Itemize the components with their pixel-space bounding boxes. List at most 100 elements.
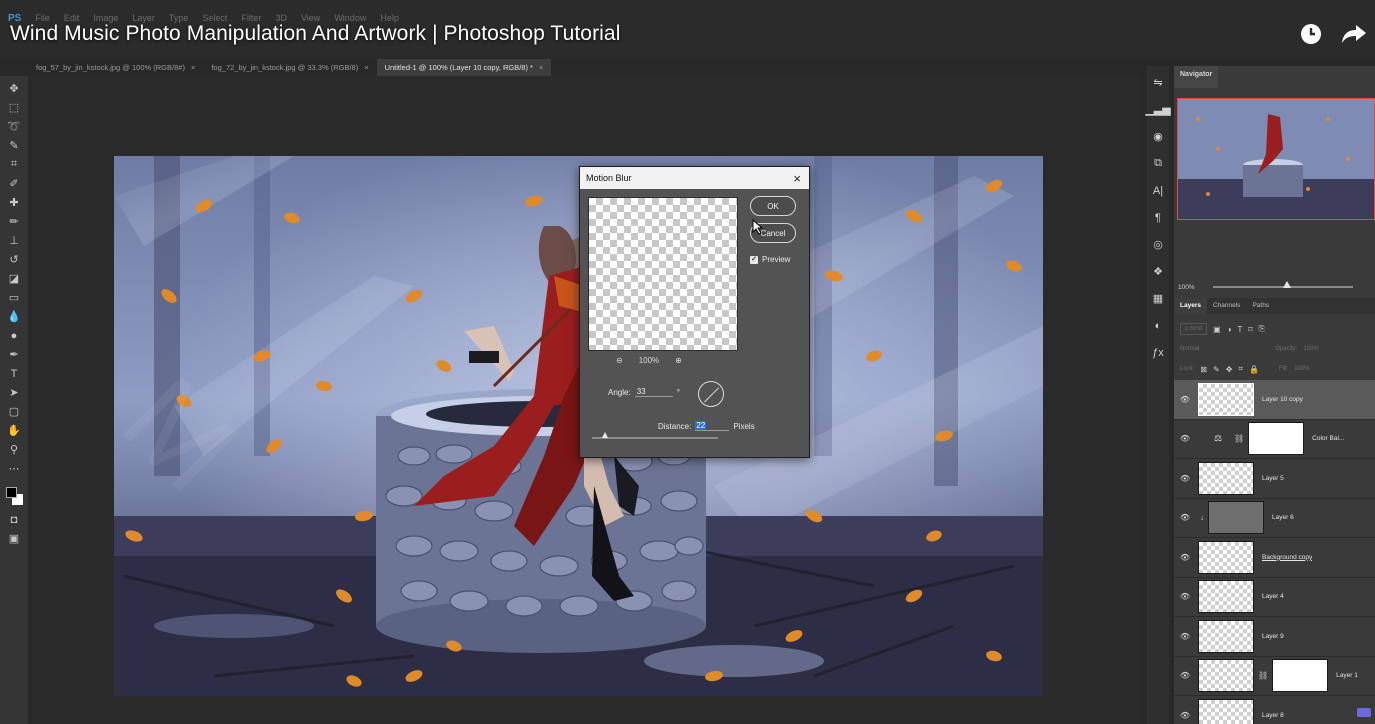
tab-navigator[interactable]: Navigator <box>1174 66 1219 88</box>
tab-layers[interactable]: Layers <box>1174 298 1207 314</box>
layer-row[interactable]: 👁 ⚖ ⛓ Color Bal... <box>1174 420 1375 459</box>
eye-icon[interactable]: 👁 <box>1174 592 1196 601</box>
character-icon[interactable]: A| <box>1150 182 1166 199</box>
slider-knob[interactable] <box>602 432 608 438</box>
path-select-tool-icon[interactable]: ➤ <box>5 384 23 401</box>
eraser-tool-icon[interactable]: ◪ <box>5 270 23 287</box>
opacity-value[interactable]: 100% <box>1303 346 1318 352</box>
layer-row[interactable]: 👁 Layer 10 copy <box>1174 380 1375 420</box>
checkbox-checked-icon[interactable]: ✓ <box>750 255 758 264</box>
histogram-icon[interactable]: ▁▃▅ <box>1145 101 1170 118</box>
blend-mode-select[interactable]: Normal <box>1180 346 1199 352</box>
move-tool-icon[interactable]: ✥ <box>5 80 23 97</box>
fx-icon[interactable]: ƒx <box>1150 344 1166 361</box>
quick-mask-icon[interactable]: ◘ <box>5 511 23 528</box>
filter-shape-icon[interactable]: ⌑ <box>1248 325 1252 334</box>
color-swatches[interactable] <box>4 485 24 509</box>
filter-smart-icon[interactable]: ⎘ <box>1259 324 1265 334</box>
crop-tool-icon[interactable]: ⌗ <box>5 156 23 173</box>
screen-mode-icon[interactable]: ▣ <box>5 530 23 547</box>
eye-icon[interactable]: 👁 <box>1174 395 1196 404</box>
eye-icon[interactable]: 👁 <box>1174 553 1196 562</box>
lasso-tool-icon[interactable]: ➰ <box>5 118 23 135</box>
brush-tool-icon[interactable]: ✏ <box>5 213 23 230</box>
swatches-icon[interactable]: ⧉ <box>1150 155 1166 172</box>
angle-dial[interactable] <box>698 381 724 407</box>
layer-row[interactable]: 👁 Background copy <box>1174 538 1375 578</box>
close-icon[interactable]: × <box>539 63 543 72</box>
preview-checkbox[interactable]: ✓ Preview <box>750 255 790 264</box>
angle-input[interactable]: 33 <box>634 387 673 397</box>
eye-icon[interactable]: 👁 <box>1174 434 1196 443</box>
filter-pixel-icon[interactable]: ▣ <box>1213 325 1221 334</box>
eye-icon[interactable]: 👁 <box>1174 632 1196 641</box>
shape-tool-icon[interactable]: ▢ <box>5 403 23 420</box>
eye-icon[interactable]: 👁 <box>1174 513 1196 522</box>
foreground-color[interactable] <box>6 487 17 498</box>
tab-paths[interactable]: Paths <box>1246 298 1275 314</box>
zoom-in-icon[interactable]: ⊕ <box>675 356 682 365</box>
lock-paint-icon[interactable]: ✎ <box>1213 365 1220 374</box>
type-tool-icon[interactable]: T <box>5 365 23 382</box>
clock-icon[interactable] <box>1299 22 1323 46</box>
zoom-tool-icon[interactable]: ⚲ <box>5 441 23 458</box>
layer-row[interactable]: 👁 ↓ Layer 6 <box>1174 499 1375 538</box>
blur-tool-icon[interactable]: 💧 <box>5 308 23 325</box>
stamp-tool-icon[interactable]: ⊥ <box>5 232 23 249</box>
paragraph-icon[interactable]: ¶ <box>1150 209 1166 226</box>
close-icon[interactable]: × <box>191 63 195 72</box>
styles-icon[interactable]: ◎ <box>1150 236 1166 253</box>
dodge-tool-icon[interactable]: ● <box>5 327 23 344</box>
doc-tab-untitled[interactable]: Untitled-1 @ 100% (Layer 10 copy, RGB/8)… <box>376 59 552 76</box>
quick-select-tool-icon[interactable]: ✎ <box>5 137 23 154</box>
tab-channels[interactable]: Channels <box>1207 298 1246 314</box>
pen-tool-icon[interactable]: ✒ <box>5 346 23 363</box>
hand-tool-icon[interactable]: ✋ <box>5 422 23 439</box>
lock-position-icon[interactable]: ✥ <box>1226 365 1233 374</box>
eye-icon[interactable]: 👁 <box>1174 671 1196 680</box>
kind-filter-select[interactable]: ρ Kind <box>1180 323 1208 335</box>
navigator-zoom-slider[interactable] <box>1212 281 1353 288</box>
eyedropper-tool-icon[interactable]: ✐ <box>5 175 23 192</box>
filter-type-icon[interactable]: T <box>1238 325 1243 334</box>
adjustments-icon[interactable]: ◐ <box>1150 317 1166 334</box>
zoom-out-icon[interactable]: ⊖ <box>616 356 623 365</box>
fill-label: Fill: <box>1278 366 1289 372</box>
layer-mask-thumbnail[interactable] <box>1248 422 1305 456</box>
layer-row[interactable]: 👁 Layer 4 <box>1174 578 1375 617</box>
doc-tab-fog72[interactable]: fog_72_by_jin_kstock.jpg @ 33.3% (RGB/8)… <box>203 59 376 76</box>
grid-icon[interactable]: ▦ <box>1150 290 1166 307</box>
filter-adjustment-icon[interactable]: ◑ <box>1227 325 1232 334</box>
info-icon[interactable]: ◉ <box>1150 128 1166 145</box>
3d-icon[interactable]: ❖ <box>1150 263 1166 280</box>
history-icon[interactable]: ⇋ <box>1150 74 1166 91</box>
layer-row[interactable]: 👁 Layer 8 <box>1174 696 1375 724</box>
navigator-thumbnail[interactable] <box>1177 98 1375 220</box>
distance-input[interactable]: 22 <box>695 421 730 431</box>
lock-transparency-icon[interactable]: ⊠ <box>1200 365 1207 374</box>
eye-icon[interactable]: 👁 <box>1174 474 1196 483</box>
layer-row[interactable]: 👁 ⛓ Layer 1 <box>1174 657 1375 696</box>
distance-slider[interactable] <box>592 432 718 439</box>
share-icon[interactable] <box>1341 23 1367 45</box>
fill-value[interactable]: 100% <box>1294 366 1309 372</box>
more-tools-icon[interactable]: ⋯ <box>5 460 23 477</box>
lock-all-icon[interactable]: 🔒 <box>1249 365 1259 374</box>
history-brush-tool-icon[interactable]: ↺ <box>5 251 23 268</box>
close-icon[interactable]: × <box>364 63 368 72</box>
marquee-tool-icon[interactable]: ⬚ <box>5 99 23 116</box>
doc-tab-fog57[interactable]: fog_57_by_jin_kstock.jpg @ 100% (RGB/8#)… <box>28 59 203 76</box>
layer-row[interactable]: 👁 Layer 5 <box>1174 459 1375 499</box>
close-icon[interactable]: × <box>793 171 801 186</box>
filter-preview[interactable] <box>588 197 738 351</box>
distance-value: 22 <box>695 421 707 430</box>
eye-icon[interactable]: 👁 <box>1174 711 1196 720</box>
ok-button[interactable]: OK <box>750 196 796 216</box>
layer-mask-thumbnail[interactable] <box>1272 659 1329 693</box>
gradient-tool-icon[interactable]: ▭ <box>5 289 23 306</box>
layer-row[interactable]: 👁 Layer 9 <box>1174 617 1375 657</box>
lock-artboard-icon[interactable]: ⌗ <box>1238 364 1243 374</box>
healing-tool-icon[interactable]: ✚ <box>5 194 23 211</box>
photoshop-window: PS File Edit Image Layer Type Select Fil… <box>0 0 1375 724</box>
slider-knob[interactable] <box>1282 281 1291 288</box>
